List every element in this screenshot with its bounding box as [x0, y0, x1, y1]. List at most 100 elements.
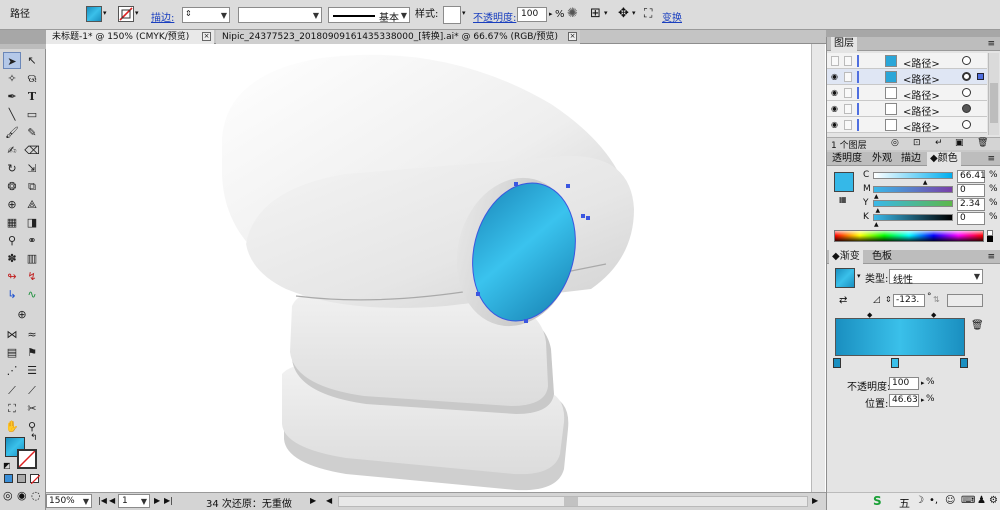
- align-dropdown-arrow-icon[interactable]: ▾: [604, 9, 608, 17]
- first-artboard-icon[interactable]: |◀: [98, 496, 107, 505]
- align-icon[interactable]: ⊞: [590, 6, 601, 21]
- chevron-down-icon[interactable]: ▼: [313, 11, 319, 20]
- pencil-tool-icon[interactable]: ✎: [23, 124, 41, 141]
- keyboard-icon[interactable]: ⌨: [961, 495, 975, 506]
- shape-builder-tool-icon[interactable]: ⊕: [3, 196, 21, 213]
- yellow-input[interactable]: 2.34: [957, 198, 985, 211]
- chevron-down-icon[interactable]: ▼: [401, 11, 407, 20]
- layer-row[interactable]: ◉ <路径>: [827, 117, 987, 134]
- blend-tool-icon[interactable]: ⚭: [23, 232, 41, 249]
- make-clipping-mask-icon[interactable]: ⊡: [913, 138, 921, 148]
- gradient-stop-right[interactable]: [960, 358, 968, 368]
- lasso-tool-icon[interactable]: ଊ: [23, 70, 41, 87]
- eraser-tool-icon[interactable]: ⌫: [23, 142, 41, 159]
- pen-tool-icon[interactable]: ✒: [3, 88, 21, 105]
- layer-row[interactable]: <路径>: [827, 53, 987, 70]
- eyedropper-tool-icon[interactable]: ⚲: [3, 232, 21, 249]
- envelope-distort-tool-icon[interactable]: ⋈: [3, 326, 21, 343]
- close-icon[interactable]: ×: [202, 32, 211, 41]
- symbol-sprayer-tool-icon[interactable]: ✽: [3, 250, 21, 267]
- default-colors-icon[interactable]: ◩: [3, 461, 11, 470]
- stop-opacity-input[interactable]: 100: [889, 377, 919, 390]
- tab-gradient[interactable]: ◆渐变: [829, 250, 863, 264]
- style-dropdown-arrow-icon[interactable]: ▾: [462, 9, 466, 17]
- input-method-icon[interactable]: S: [873, 494, 882, 508]
- blob-brush-tool-icon[interactable]: ✍: [3, 142, 21, 159]
- scroll-right-icon[interactable]: ▶: [812, 496, 818, 505]
- chevron-down-icon[interactable]: ▼: [141, 497, 147, 506]
- angle-input[interactable]: -123.: [893, 294, 925, 307]
- stroke-weight-field[interactable]: ⇕ ▼: [182, 7, 230, 23]
- eye-icon[interactable]: ◉: [831, 72, 838, 81]
- artboard-canvas[interactable]: [46, 44, 826, 492]
- tab-stroke[interactable]: 描边: [898, 152, 924, 166]
- layer-row-selected[interactable]: ◉ <路径>: [827, 69, 987, 86]
- layer-row[interactable]: ◉ <路径>: [827, 101, 987, 118]
- zoom-dropdown[interactable]: 150% ▼: [46, 494, 92, 508]
- panel-menu-icon[interactable]: ≡: [987, 250, 995, 264]
- wubi-mode-icon[interactable]: 五: [899, 495, 910, 510]
- select-similar-arrow-icon[interactable]: ▾: [632, 9, 636, 17]
- tab-color[interactable]: ◆颜色: [927, 152, 961, 166]
- stop-location-input[interactable]: 46.63: [889, 394, 919, 407]
- profile-icon[interactable]: ♟: [977, 495, 986, 506]
- variable-width-profile-dropdown[interactable]: ▼: [238, 7, 322, 23]
- close-icon[interactable]: ×: [568, 32, 577, 41]
- selection-tool-icon[interactable]: ➤: [3, 52, 21, 69]
- color-spectrum-bar[interactable]: [834, 230, 984, 242]
- target-icon[interactable]: [962, 88, 971, 97]
- column-graph-tool-icon[interactable]: ▥: [23, 250, 41, 267]
- magenta-slider[interactable]: ▲: [873, 186, 953, 200]
- new-sublayer-icon[interactable]: ↵: [935, 138, 943, 148]
- anchor-convert-tool-icon[interactable]: ↳: [3, 286, 21, 303]
- fill-dropdown-arrow-icon[interactable]: ▾: [103, 9, 107, 17]
- black-input[interactable]: 0: [957, 212, 985, 225]
- lock-icon[interactable]: [844, 56, 852, 66]
- gradient-slider-bar[interactable]: [835, 318, 965, 356]
- selection-indicator-icon[interactable]: [977, 73, 984, 80]
- rectangle-tool-icon[interactable]: ▭: [23, 106, 41, 123]
- tab-transparency[interactable]: 透明度: [829, 152, 865, 166]
- visibility-icon[interactable]: [831, 56, 839, 66]
- slider-knob-icon[interactable]: ▲: [874, 221, 879, 228]
- tab-swatches[interactable]: 色板: [869, 250, 895, 264]
- opacity-panel-link[interactable]: 不透明度:: [473, 9, 516, 24]
- perspective-grid-tool-icon[interactable]: ⟁: [23, 196, 41, 213]
- live-paint-selection-icon[interactable]: ⚑: [23, 344, 41, 361]
- target-icon[interactable]: [962, 104, 971, 113]
- canvas-horizontal-scrollbar[interactable]: [338, 496, 808, 507]
- scale-tool-icon[interactable]: ⇲: [23, 160, 41, 177]
- draw-normal-icon[interactable]: ◎: [3, 489, 13, 502]
- slice-tool-icon[interactable]: ⟋: [3, 382, 21, 399]
- layer-row[interactable]: ◉ <路径>: [827, 85, 987, 102]
- stroke-panel-link[interactable]: 描边:: [151, 9, 174, 24]
- crystallize-tool-icon[interactable]: ⋰: [3, 362, 21, 379]
- color-mode-icon[interactable]: [4, 474, 13, 483]
- artwork-webcam[interactable]: [46, 44, 826, 492]
- none-mode-icon[interactable]: [30, 474, 41, 485]
- target-icon[interactable]: [962, 56, 971, 65]
- gradient-type-dropdown[interactable]: 线性 ▼: [889, 269, 983, 286]
- eye-icon[interactable]: ◉: [831, 88, 838, 97]
- gradient-stop-middle[interactable]: [891, 358, 899, 368]
- scroll-left-icon[interactable]: ◀: [326, 496, 332, 505]
- artboard-tool-icon[interactable]: ⛶: [3, 400, 21, 417]
- hand-tool-icon[interactable]: ✋: [3, 418, 21, 435]
- knife-tool-icon[interactable]: ⟋: [23, 382, 41, 399]
- punctuation-icon[interactable]: •,: [929, 495, 938, 506]
- canvas-vertical-scrollbar[interactable]: [811, 44, 825, 492]
- swap-fill-stroke-icon[interactable]: ↰: [30, 433, 38, 443]
- gradient-stop-left[interactable]: [833, 358, 841, 368]
- moon-icon[interactable]: ☽: [915, 495, 924, 506]
- magic-wand-tool-icon[interactable]: ✧: [3, 70, 21, 87]
- reverse-gradient-icon[interactable]: ⇄: [839, 295, 847, 306]
- type-tool-icon[interactable]: T: [23, 88, 41, 105]
- layers-panel-header[interactable]: 图层 ≡: [827, 37, 1000, 51]
- lock-icon[interactable]: [844, 120, 852, 130]
- line-tool-icon[interactable]: ╲: [3, 106, 21, 123]
- emoji-icon[interactable]: ☺: [945, 495, 955, 506]
- stroke-color-box[interactable]: [17, 449, 37, 469]
- next-artboard-icon[interactable]: ▶: [154, 496, 160, 505]
- status-menu-arrow-icon[interactable]: ▶: [310, 496, 316, 505]
- prev-artboard-icon[interactable]: ◀: [109, 496, 115, 505]
